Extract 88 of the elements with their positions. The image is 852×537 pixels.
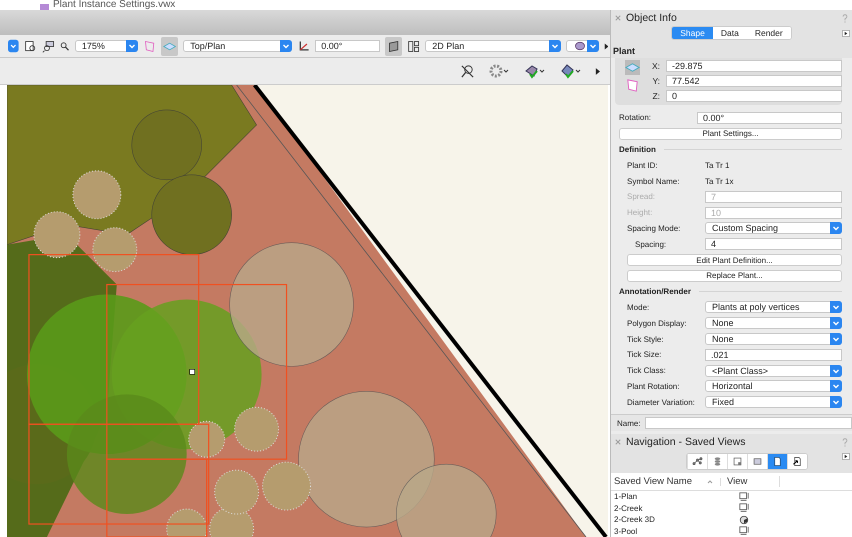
field-label: Plant ID: bbox=[627, 160, 659, 170]
coordinate-label: X: bbox=[650, 61, 660, 71]
chevron-down-icon bbox=[548, 40, 561, 52]
panel-button[interactable]: Plant Settings... bbox=[619, 128, 842, 140]
dropdown[interactable]: Custom Spacing bbox=[705, 222, 842, 234]
field-label: Tick Class: bbox=[627, 366, 667, 376]
document-icon bbox=[40, 4, 49, 10]
layers-icon bbox=[712, 456, 722, 467]
chevron-down-icon bbox=[126, 40, 138, 52]
coordinate-field[interactable]: -29.875 bbox=[666, 60, 842, 72]
working-plane-icon[interactable] bbox=[142, 38, 156, 54]
dropdown[interactable]: Plants at poly vertices bbox=[705, 301, 842, 314]
coordinate-field[interactable]: 77.542 bbox=[666, 75, 842, 87]
rotation-field[interactable]: 0.00° bbox=[315, 40, 380, 52]
column-header[interactable]: View bbox=[721, 476, 780, 487]
zoom-objects-icon[interactable] bbox=[42, 38, 56, 54]
field-label: Rotation: bbox=[619, 113, 652, 122]
field-label: Spacing: bbox=[635, 240, 668, 249]
chevron-down-icon bbox=[830, 301, 842, 314]
dropdown[interactable]: <Plant Class> bbox=[705, 364, 842, 377]
page-icon bbox=[772, 456, 782, 467]
more-arrow-icon[interactable] bbox=[604, 42, 608, 50]
object-type-label: Plant bbox=[611, 40, 852, 58]
axis-rotation-icon bbox=[297, 38, 310, 54]
zoom-page-icon[interactable] bbox=[24, 38, 37, 54]
sheet-icon bbox=[732, 456, 742, 467]
render-mode-dropdown[interactable]: 2D Plan bbox=[425, 40, 561, 52]
projection-dropdown[interactable] bbox=[566, 40, 599, 52]
section-heading: Definition bbox=[619, 144, 656, 154]
field-label: Diameter Variation: bbox=[627, 398, 696, 407]
name-field[interactable] bbox=[644, 417, 852, 429]
dropdown[interactable]: None bbox=[705, 333, 842, 346]
panel-menu-icon[interactable] bbox=[842, 30, 850, 36]
zoom-dropdown[interactable]: 175% bbox=[74, 40, 138, 52]
chevron-down-icon bbox=[830, 222, 842, 234]
dropdown[interactable]: Fixed bbox=[705, 396, 842, 408]
chevron-down-icon bbox=[830, 333, 842, 346]
field-label: Name: bbox=[617, 418, 641, 428]
field-label: Plant Rotation: bbox=[627, 382, 680, 391]
magnifier-crossed-icon[interactable] bbox=[460, 64, 475, 78]
viewport-icon bbox=[752, 456, 762, 467]
field-label: Mode: bbox=[627, 302, 650, 312]
navigation-tab[interactable] bbox=[766, 454, 786, 469]
field-label: Spread: bbox=[627, 192, 656, 202]
field-label: Tick Size: bbox=[627, 350, 662, 360]
dropdown[interactable]: Horizontal bbox=[705, 380, 842, 392]
chevron-down-icon bbox=[830, 317, 842, 330]
panel-menu-icon[interactable] bbox=[842, 453, 850, 460]
shape-icon bbox=[572, 40, 587, 52]
more-arrow-icon[interactable] bbox=[595, 68, 600, 74]
panel-title: Navigation - Saved Views bbox=[626, 436, 746, 448]
layout-icon[interactable] bbox=[407, 38, 420, 54]
document-title: Plant Instance Settings.vwx bbox=[53, 0, 176, 10]
chevron-down-icon bbox=[830, 364, 842, 377]
chevron-down-icon bbox=[830, 396, 842, 408]
navigation-tab[interactable] bbox=[786, 454, 806, 469]
coordinate-label: Z: bbox=[651, 91, 660, 101]
chevron-down-icon bbox=[280, 40, 292, 52]
column-header[interactable]: Saved View Name bbox=[611, 476, 702, 487]
gear-icon[interactable] bbox=[487, 63, 511, 79]
search-icon[interactable] bbox=[60, 40, 70, 52]
input-field[interactable]: .021 bbox=[705, 348, 842, 361]
chevron-down-icon bbox=[830, 380, 842, 392]
panel-button[interactable]: Replace Plant... bbox=[627, 270, 842, 282]
field-label: Symbol Name: bbox=[627, 176, 680, 186]
input-field[interactable]: 4 bbox=[705, 238, 842, 250]
input-field[interactable]: 0.00° bbox=[697, 112, 842, 124]
coordinate-field[interactable]: 0 bbox=[666, 90, 842, 102]
shape-check-icon[interactable] bbox=[559, 63, 583, 79]
coordinate-label: Y: bbox=[651, 76, 660, 86]
shape-check-icon[interactable] bbox=[523, 63, 547, 79]
chevron-down-icon bbox=[586, 40, 599, 52]
dropdown[interactable]: None bbox=[705, 317, 842, 330]
working-plane-icon[interactable] bbox=[625, 78, 640, 93]
panel-title: Object Info bbox=[626, 12, 677, 24]
field-label: Tick Style: bbox=[627, 334, 665, 344]
section-heading: Annotation/Render bbox=[619, 287, 691, 296]
page-arrow-icon bbox=[792, 456, 802, 467]
field-value: Ta Tr 1 bbox=[705, 160, 730, 170]
layers-icon[interactable] bbox=[384, 36, 402, 56]
field-label: Polygon Display: bbox=[627, 318, 688, 328]
field-value: Ta Tr 1x bbox=[705, 176, 734, 186]
sphere-view-icon bbox=[739, 514, 749, 525]
panel-button[interactable]: Edit Plant Definition... bbox=[627, 254, 842, 266]
view-dropdown[interactable]: Top/Plan bbox=[183, 40, 292, 52]
field-label: Spacing Mode: bbox=[627, 224, 682, 233]
field-label: Height: bbox=[627, 208, 654, 218]
nodes-icon bbox=[692, 456, 702, 467]
